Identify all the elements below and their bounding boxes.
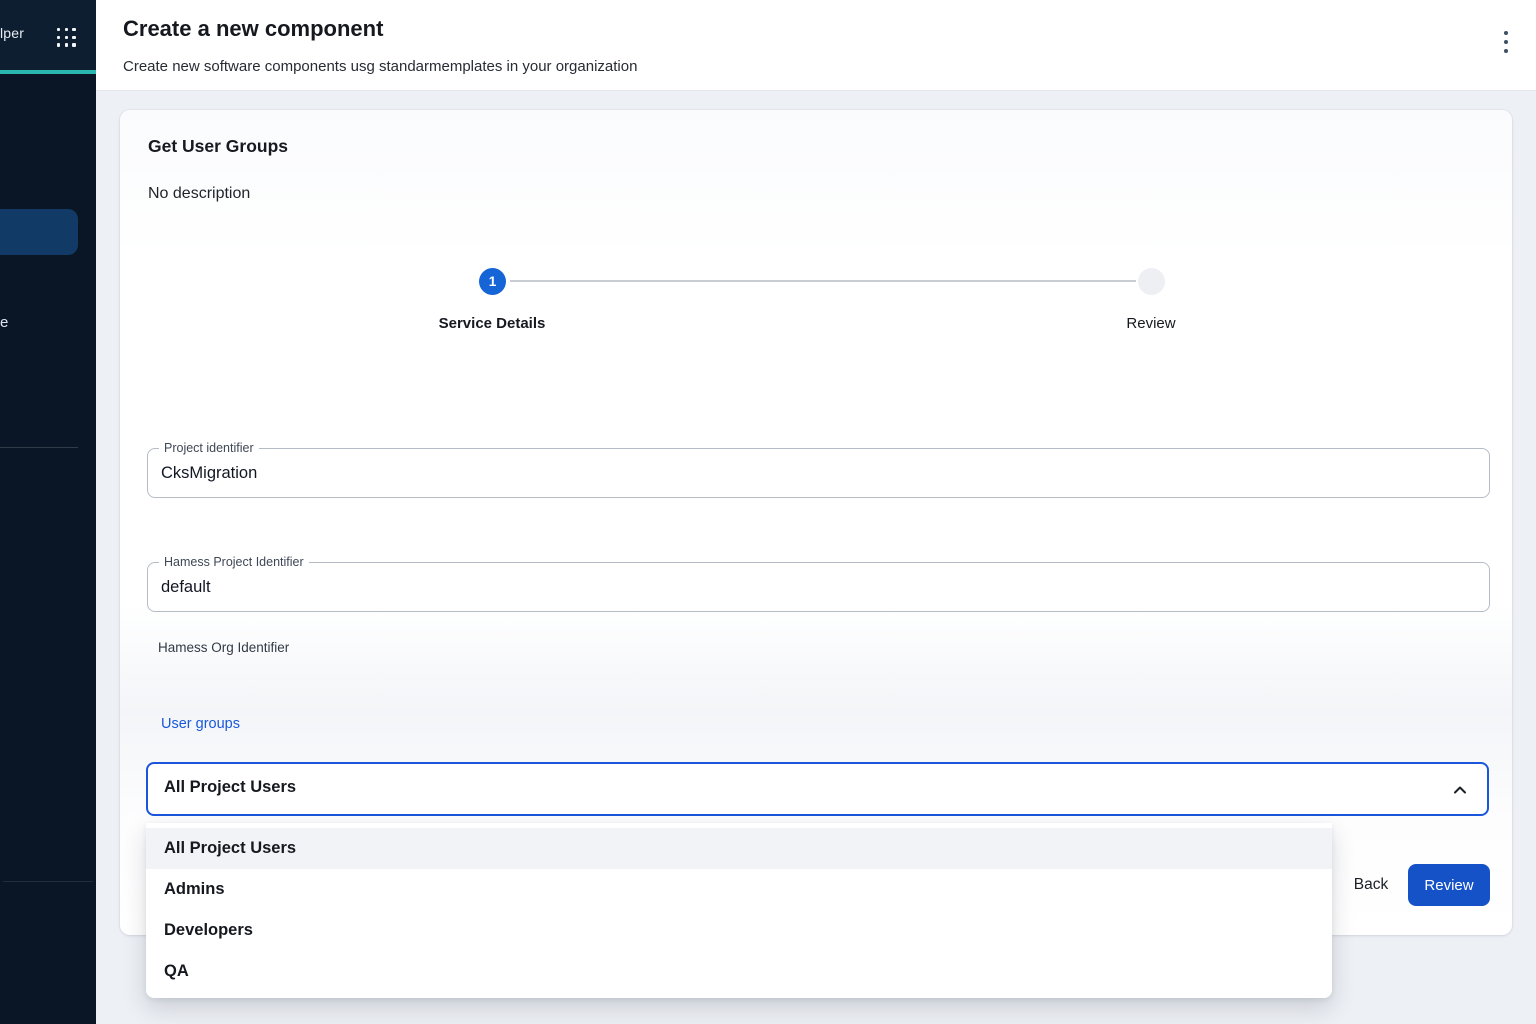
review-button[interactable]: Review: [1408, 864, 1490, 906]
project-identifier-input[interactable]: [161, 450, 1471, 496]
step-number: 1: [489, 274, 497, 289]
harness-project-identifier-field: Hamess Project Identifier: [147, 562, 1490, 612]
project-identifier-field: Project identifier: [147, 448, 1490, 498]
harness-org-identifier-label: Hamess Org Identifier: [158, 640, 289, 655]
step-label-review: Review: [1051, 315, 1251, 332]
sidebar-header: lper: [0, 0, 96, 71]
sidebar-item-selected[interactable]: [0, 209, 78, 255]
page-title: Create a new component: [123, 16, 383, 42]
dropdown-option-all-project-users[interactable]: All Project Users: [146, 828, 1332, 869]
stepper-connector-line: [510, 280, 1136, 282]
chevron-up-icon: [1451, 781, 1469, 799]
dropdown-option-qa[interactable]: QA: [146, 951, 1332, 992]
page-header: Create a new component Create new softwa…: [96, 0, 1536, 91]
dropdown-option-developers[interactable]: Developers: [146, 910, 1332, 951]
page: lper e Create a new component Create new…: [0, 0, 1536, 1024]
sidebar: lper e: [0, 0, 96, 1024]
sidebar-accent-bar: [0, 70, 96, 74]
template-heading: Get User Groups: [148, 136, 288, 157]
sidebar-app-name-partial: lper: [0, 25, 24, 41]
user-groups-dropdown: All Project Users Admins Developers QA: [146, 823, 1332, 998]
sidebar-divider: [0, 447, 78, 448]
step-circle-service-details[interactable]: 1: [479, 268, 506, 295]
sidebar-item-label-partial[interactable]: e: [0, 314, 8, 331]
page-subtitle: Create new software components usg stand…: [123, 58, 637, 75]
step-circle-review[interactable]: [1138, 268, 1165, 295]
apps-grid-icon[interactable]: [57, 28, 76, 47]
harness-project-identifier-input[interactable]: [161, 564, 1471, 610]
kebab-menu-icon[interactable]: [1498, 29, 1514, 55]
user-groups-select[interactable]: All Project Users: [146, 762, 1489, 816]
step-label-service-details: Service Details: [392, 315, 592, 332]
dropdown-option-admins[interactable]: Admins: [146, 869, 1332, 910]
back-button[interactable]: Back: [1338, 864, 1404, 906]
template-description: No description: [148, 185, 250, 203]
sidebar-divider: [3, 881, 93, 882]
user-groups-link[interactable]: User groups: [161, 716, 240, 732]
template-card: Get User Groups No description 1 Service…: [120, 110, 1512, 935]
user-groups-select-value: All Project Users: [164, 778, 296, 797]
